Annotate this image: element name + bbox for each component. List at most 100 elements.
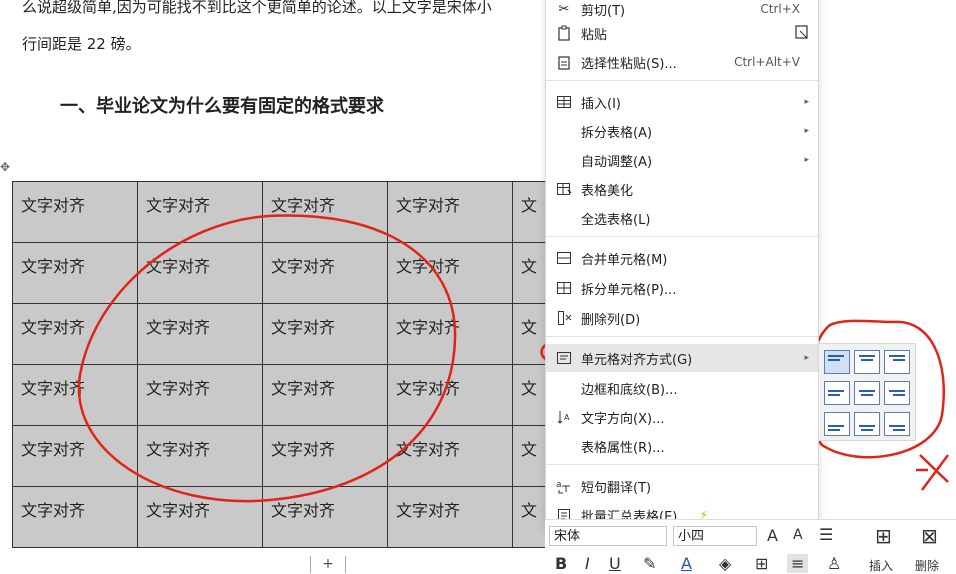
- table-cell[interactable]: 文字对齐: [12, 303, 138, 365]
- align-middle-left-button[interactable]: [824, 381, 850, 405]
- align-bottom-center-button[interactable]: [854, 412, 880, 436]
- line-spacing-icon[interactable]: ☰: [819, 525, 833, 544]
- table-cell[interactable]: 文字对齐: [12, 425, 138, 487]
- paste-icon: [555, 24, 573, 42]
- table-cell[interactable]: 文字对齐: [262, 425, 388, 487]
- paragraph-line: 行间距是 22 磅。: [22, 35, 141, 53]
- table-cell[interactable]: 文字对齐: [137, 242, 263, 304]
- font-size-select[interactable]: 小四: [673, 526, 757, 546]
- align-middle-right-button[interactable]: [884, 381, 910, 405]
- menu-item-label: 插入(I): [581, 96, 621, 112]
- table-cell[interactable]: 文字对齐: [137, 486, 263, 548]
- submenu-arrow-icon: ▸: [804, 353, 809, 363]
- table-cell[interactable]: 文字对齐: [262, 181, 388, 243]
- paragraph-line: 么说超级简单,因为可能找不到比这个更简单的论述。以上文字是宋体小: [22, 0, 492, 16]
- scissors-icon: ✂: [558, 1, 570, 17]
- table-cell[interactable]: 文字对齐: [137, 303, 263, 365]
- menu-separator: [546, 336, 818, 337]
- align-icon[interactable]: ≡: [787, 554, 809, 573]
- table-cell[interactable]: 文字对齐: [262, 303, 388, 365]
- table-insert-icon: [555, 93, 573, 111]
- svg-text:A: A: [564, 413, 570, 422]
- merge-cells-icon: [555, 249, 573, 267]
- table-cell[interactable]: 文字对齐: [137, 425, 263, 487]
- table-cell[interactable]: 文字对齐: [387, 364, 513, 426]
- shortcut-text: Ctrl+Alt+V: [734, 55, 800, 69]
- align-bottom-right-button[interactable]: [884, 412, 910, 436]
- underline-button[interactable]: U: [609, 554, 621, 573]
- menu-item-merge-cells[interactable]: 合并单元格(M): [546, 244, 818, 272]
- table-cell[interactable]: 文字对齐: [262, 242, 388, 304]
- menu-item-beautify[interactable]: 表格美化: [546, 175, 818, 203]
- table-cell[interactable]: 文字对齐: [262, 364, 388, 426]
- shading-icon[interactable]: ◈: [719, 554, 731, 573]
- menu-item-text-direction[interactable]: A 文字方向(X)...: [546, 403, 818, 431]
- bold-button[interactable]: B: [555, 554, 567, 573]
- format-painter-icon[interactable]: ♙: [827, 554, 841, 573]
- table-cell[interactable]: 文字对齐: [12, 364, 138, 426]
- menu-item-label: 剪切(T): [581, 3, 626, 19]
- menu-item-split-cells[interactable]: 拆分单元格(P)...: [546, 274, 818, 302]
- align-bottom-left-button[interactable]: [824, 412, 850, 436]
- table-cell[interactable]: 文字对齐: [387, 303, 513, 365]
- menu-item-borders-shading[interactable]: 边框和底纹(B)...: [546, 374, 818, 402]
- table-row: 文字对齐 文字对齐 文字对齐 文字对齐文: [12, 425, 638, 487]
- shrink-font-button[interactable]: A: [793, 527, 803, 543]
- table-cell[interactable]: 文字对齐: [387, 242, 513, 304]
- context-menu: ✂ 剪切(T) Ctrl+X 粘贴 选择性粘贴(S)... Ctrl+Alt+V…: [545, 0, 819, 530]
- table-cell[interactable]: 文字对齐: [12, 181, 138, 243]
- table-cell[interactable]: 文字对齐: [137, 181, 263, 243]
- table-row: 文字对齐 文字对齐 文字对齐 文字对齐文: [12, 303, 638, 365]
- menu-item-label: 删除列(D): [581, 312, 641, 328]
- table-cell[interactable]: 文字对齐: [387, 181, 513, 243]
- font-color-button[interactable]: A: [681, 554, 692, 573]
- menu-item-label: 合并单元格(M): [581, 252, 668, 268]
- delete-label[interactable]: 删除: [915, 557, 939, 574]
- font-family-value: 宋体: [554, 529, 581, 544]
- table-delete-toolbar-icon[interactable]: ⊠: [921, 524, 938, 548]
- borders-icon[interactable]: ⊞: [755, 554, 768, 573]
- menu-item-delete-column[interactable]: 删除列(D): [546, 304, 818, 332]
- italic-button[interactable]: I: [585, 554, 590, 573]
- table-cell[interactable]: 文字对齐: [137, 364, 263, 426]
- menu-separator: [546, 80, 818, 81]
- menu-item-translate[interactable]: a 短句翻译(T): [546, 472, 818, 500]
- highlight-icon[interactable]: ✎: [643, 554, 656, 573]
- grow-font-button[interactable]: A: [767, 526, 778, 545]
- mini-toolbar: 宋体 小四 A A ☰ B I U ✎ A ◈ ⊞ ≡ ♙ ⊞ 插入 ⊠ 删除: [545, 519, 956, 574]
- font-family-select[interactable]: 宋体: [549, 526, 667, 546]
- menu-item-split-table[interactable]: 拆分表格(A) ▸: [546, 117, 818, 145]
- table-cell[interactable]: 文字对齐: [387, 425, 513, 487]
- menu-item-select-all[interactable]: 全选表格(L): [546, 204, 818, 232]
- menu-item-label: 选择性粘贴(S)...: [581, 56, 677, 72]
- menu-item-label: 单元格对齐方式(G): [581, 352, 693, 368]
- align-top-right-button[interactable]: [884, 350, 910, 374]
- menu-item-label: 拆分单元格(P)...: [581, 282, 677, 298]
- align-middle-center-button[interactable]: [854, 381, 880, 405]
- menu-item-paste-special[interactable]: 选择性粘贴(S)... Ctrl+Alt+V: [546, 48, 818, 76]
- menu-item-label: 拆分表格(A): [581, 125, 653, 141]
- paste-options-icon[interactable]: [794, 24, 810, 43]
- menu-item-paste[interactable]: 粘贴: [546, 19, 818, 47]
- menu-item-label: 粘贴: [581, 27, 608, 43]
- table-cell[interactable]: 文字对齐: [387, 486, 513, 548]
- menu-item-cell-alignment[interactable]: 单元格对齐方式(G) ▸: [546, 344, 818, 372]
- menu-item-label: 表格美化: [581, 183, 634, 199]
- table-insert-toolbar-icon[interactable]: ⊞: [875, 524, 892, 548]
- menu-item-insert[interactable]: 插入(I) ▸: [546, 88, 818, 116]
- table-move-handle-icon[interactable]: ✥: [0, 160, 12, 176]
- align-top-left-button[interactable]: [824, 350, 850, 374]
- section-heading: 一、毕业论文为什么要有固定的格式要求: [60, 96, 384, 117]
- font-size-value: 小四: [678, 529, 705, 544]
- insert-label[interactable]: 插入: [869, 557, 893, 574]
- text-direction-icon: A: [555, 408, 573, 426]
- submenu-arrow-icon: ▸: [804, 155, 809, 165]
- align-top-center-button[interactable]: [854, 350, 880, 374]
- table-cell[interactable]: 文字对齐: [12, 242, 138, 304]
- table-cell[interactable]: 文字对齐: [12, 486, 138, 548]
- table-cell[interactable]: 文字对齐: [262, 486, 388, 548]
- menu-item-table-properties[interactable]: 表格属性(R)...: [546, 432, 818, 460]
- add-row-button[interactable]: +: [310, 556, 346, 573]
- menu-item-label: 表格属性(R)...: [581, 440, 665, 456]
- menu-item-auto-fit[interactable]: 自动调整(A) ▸: [546, 146, 818, 174]
